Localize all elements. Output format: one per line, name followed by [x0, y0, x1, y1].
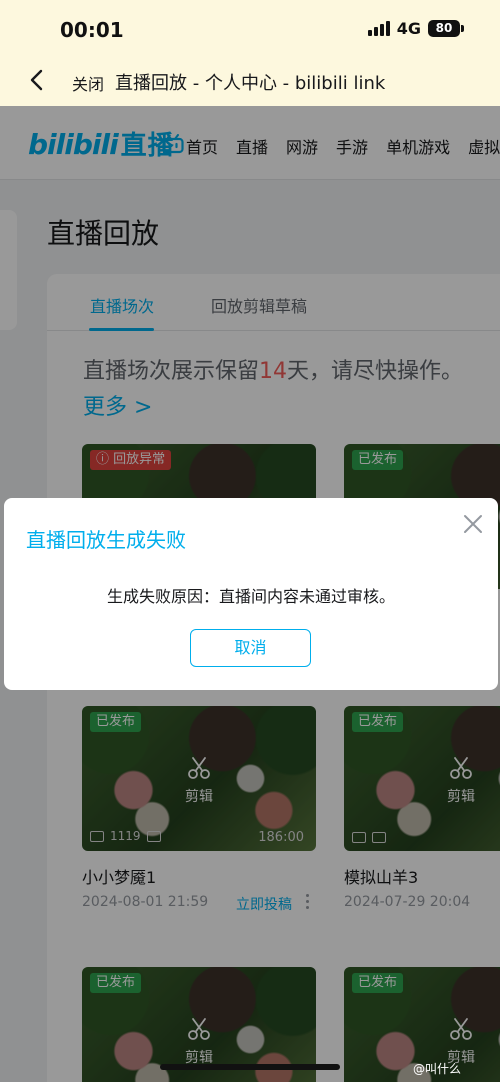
app-topbar: 00:01 4G 80 关闭 直播回放 - 个人中心 - bilibili li…: [0, 0, 500, 106]
close-link[interactable]: 关闭: [72, 71, 104, 95]
dialog-message: 生成失败原因：直播间内容未通过审核。: [106, 587, 395, 606]
back-arrow-icon[interactable]: [26, 68, 48, 92]
network-type: 4G: [396, 19, 421, 38]
home-indicator[interactable]: [160, 1064, 340, 1070]
status-indicators: 4G 80: [367, 19, 464, 38]
cancel-button[interactable]: 取消: [190, 629, 311, 667]
page-title-bar: 直播回放 - 个人中心 - bilibili link: [115, 73, 386, 94]
generation-failed-dialog: 直播回放生成失败 生成失败原因：直播间内容未通过审核。 取消: [4, 498, 498, 690]
dialog-title: 直播回放生成失败: [26, 528, 186, 552]
close-icon[interactable]: [462, 513, 484, 535]
watermark: @叫什么: [413, 1062, 462, 1076]
signal-icon: [367, 21, 390, 36]
status-time: 00:01: [60, 18, 124, 42]
battery-level: 80: [428, 20, 464, 37]
